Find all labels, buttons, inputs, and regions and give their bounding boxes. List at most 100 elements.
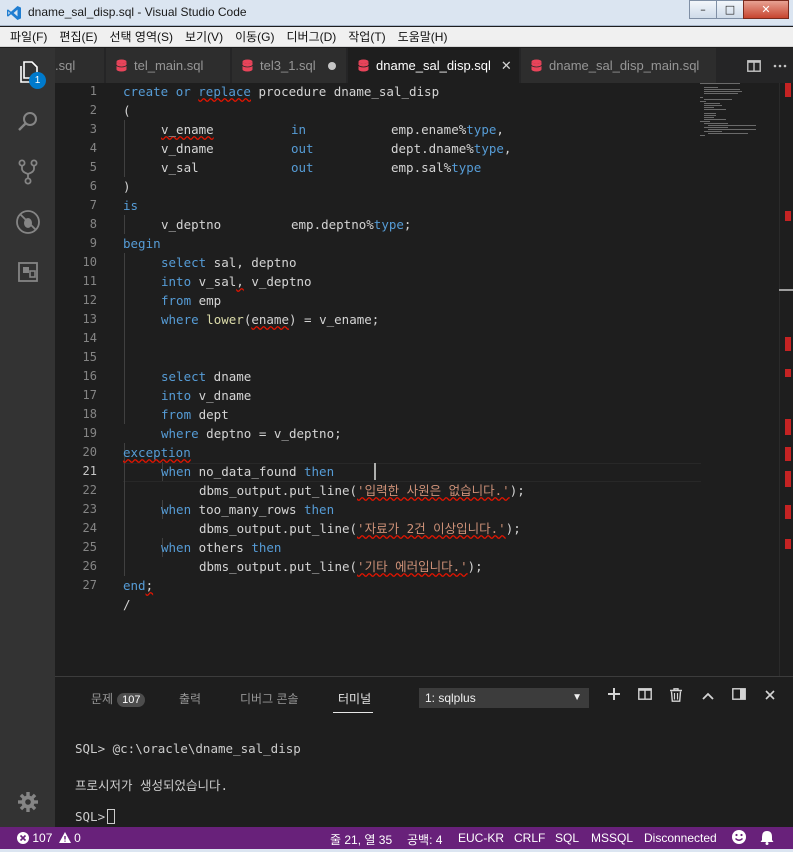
menu-selection[interactable]: 선택 영역(S) (103, 28, 179, 45)
connection-status[interactable]: Disconnected (644, 831, 717, 845)
maximize-panel-button[interactable] (698, 688, 718, 704)
terminal-line: SQL> @c:\oracle\dname_sal_disp (75, 741, 301, 756)
notifications-button[interactable] (760, 830, 774, 848)
minimap-line (704, 107, 714, 108)
line-number: 23 (82, 502, 97, 516)
line-number: 16 (82, 369, 97, 383)
cursor-position-status[interactable]: 줄 21, 열 35 (330, 831, 392, 848)
minimize-button[interactable]: – (689, 0, 717, 19)
line-number: 2 (89, 103, 97, 117)
tab-problems[interactable]: 문제 107 (91, 690, 146, 707)
minimap-line (700, 135, 705, 136)
minimap-line (704, 131, 722, 132)
minimap-line (704, 93, 738, 94)
code-text: ); (505, 521, 521, 536)
menu-tasks[interactable]: 작업(T) (342, 28, 391, 45)
line-number: 1 (89, 84, 97, 98)
tab-label: .sql (55, 58, 76, 73)
line-number: 19 (82, 426, 97, 440)
plus-icon (608, 688, 620, 700)
minimap-line (704, 127, 728, 128)
keyword: when (161, 502, 192, 517)
error-marker (785, 471, 791, 487)
encoding-status[interactable]: EUC-KR (458, 831, 504, 845)
maximize-button[interactable]: □ (716, 0, 744, 19)
code-text: dbms_output.put_line( (199, 521, 358, 536)
more-actions-button[interactable] (767, 64, 793, 68)
string-literal: '입력한 사원은 없습니다.' (357, 483, 510, 498)
close-icon[interactable]: ✕ (501, 58, 512, 74)
menu-go[interactable]: 이동(G) (229, 28, 280, 45)
indent-guide (124, 443, 125, 576)
code-editor[interactable]: 1 2 3 4 5 6 7 8 9 10 11 12 13 14 15 16 1… (55, 83, 793, 676)
indentation-status[interactable]: 공백: 4 (407, 831, 442, 848)
eol-status[interactable]: CRLF (514, 831, 545, 845)
extensions-button[interactable] (0, 248, 55, 296)
line-number: 8 (89, 217, 97, 231)
line-number: 9 (89, 236, 97, 250)
language-status[interactable]: SQL (555, 831, 579, 845)
error-marker (785, 447, 791, 461)
debug-button[interactable] (0, 198, 55, 246)
menu-debug[interactable]: 디버그(D) (280, 28, 342, 45)
code-text: emp.deptno% (291, 217, 374, 232)
code-line: v_deptno emp.deptno%type; (161, 215, 411, 234)
minimap[interactable] (700, 83, 775, 143)
tab-tel3-1[interactable]: tel3_1.sql (232, 48, 347, 83)
search-icon (17, 112, 37, 131)
kill-terminal-button[interactable] (666, 688, 686, 706)
search-button[interactable] (0, 98, 55, 146)
vertical-scrollbar[interactable] (779, 83, 793, 676)
code-text: sal, deptno (206, 255, 297, 270)
menu-view[interactable]: 보기(V) (179, 28, 229, 45)
tab-output[interactable]: 출력 (179, 690, 201, 707)
code-text: , (236, 274, 244, 289)
sql-dialect-status[interactable]: MSSQL (591, 831, 633, 845)
string-literal: '자료가 2건 이상입니다.' (357, 521, 506, 536)
problems-status[interactable]: 107 0 (17, 831, 81, 845)
feedback-button[interactable] (731, 829, 747, 848)
code-text: no_data_found (191, 464, 304, 479)
terminal-select[interactable]: 1: sqlplus ▼ (419, 688, 589, 708)
source-control-button[interactable] (0, 148, 55, 196)
tab-partial-sql[interactable]: .sql (55, 48, 105, 83)
close-window-button[interactable]: ✕ (743, 0, 789, 19)
unsaved-dot-icon[interactable] (327, 61, 336, 70)
toggle-panel-position-button[interactable] (729, 688, 749, 704)
code-text: ); (509, 483, 525, 498)
code-text: others (191, 540, 252, 555)
split-editor-button[interactable] (741, 59, 767, 72)
close-panel-button[interactable] (760, 688, 780, 704)
tab-dname-sal-disp[interactable]: dname_sal_disp.sql ✕ (348, 48, 520, 83)
tab-tel-main[interactable]: tel_main.sql (106, 48, 231, 83)
code-text: ) = v_ename; (288, 312, 380, 327)
code-text: , (503, 141, 512, 156)
code-line: ( (123, 101, 131, 120)
tab-dname-sal-disp-main[interactable]: dname_sal_disp_main.sql (521, 48, 717, 83)
tab-terminal[interactable]: 터미널 (338, 690, 371, 707)
terminal-prompt-text: SQL> (75, 809, 106, 824)
error-marker (785, 539, 791, 549)
menu-edit[interactable]: 편집(E) (53, 28, 103, 45)
code-text: ( (123, 103, 131, 118)
code-line: where lower(ename) = v_ename; (161, 310, 379, 329)
keyword: select (161, 369, 207, 384)
warning-count: 0 (74, 831, 81, 845)
split-terminal-button[interactable] (635, 688, 655, 704)
minimap-line (704, 117, 714, 118)
text-cursor (374, 463, 376, 480)
error-icon (17, 832, 29, 844)
menu-help[interactable]: 도움말(H) (392, 28, 454, 45)
code-text: v_sal (161, 160, 199, 175)
terminal-prompt[interactable]: SQL> (75, 809, 116, 824)
settings-button[interactable] (0, 778, 55, 826)
line-number: 17 (82, 388, 97, 402)
line-number: 6 (89, 179, 97, 193)
menu-file[interactable]: 파일(F) (4, 28, 53, 45)
tab-debug-console[interactable]: 디버그 콘솔 (240, 690, 299, 707)
code-text: ename (251, 312, 289, 327)
new-terminal-button[interactable] (604, 688, 624, 704)
explorer-button[interactable]: 1 (0, 48, 55, 96)
code-line: / (123, 595, 131, 614)
code-text: / (123, 597, 131, 612)
